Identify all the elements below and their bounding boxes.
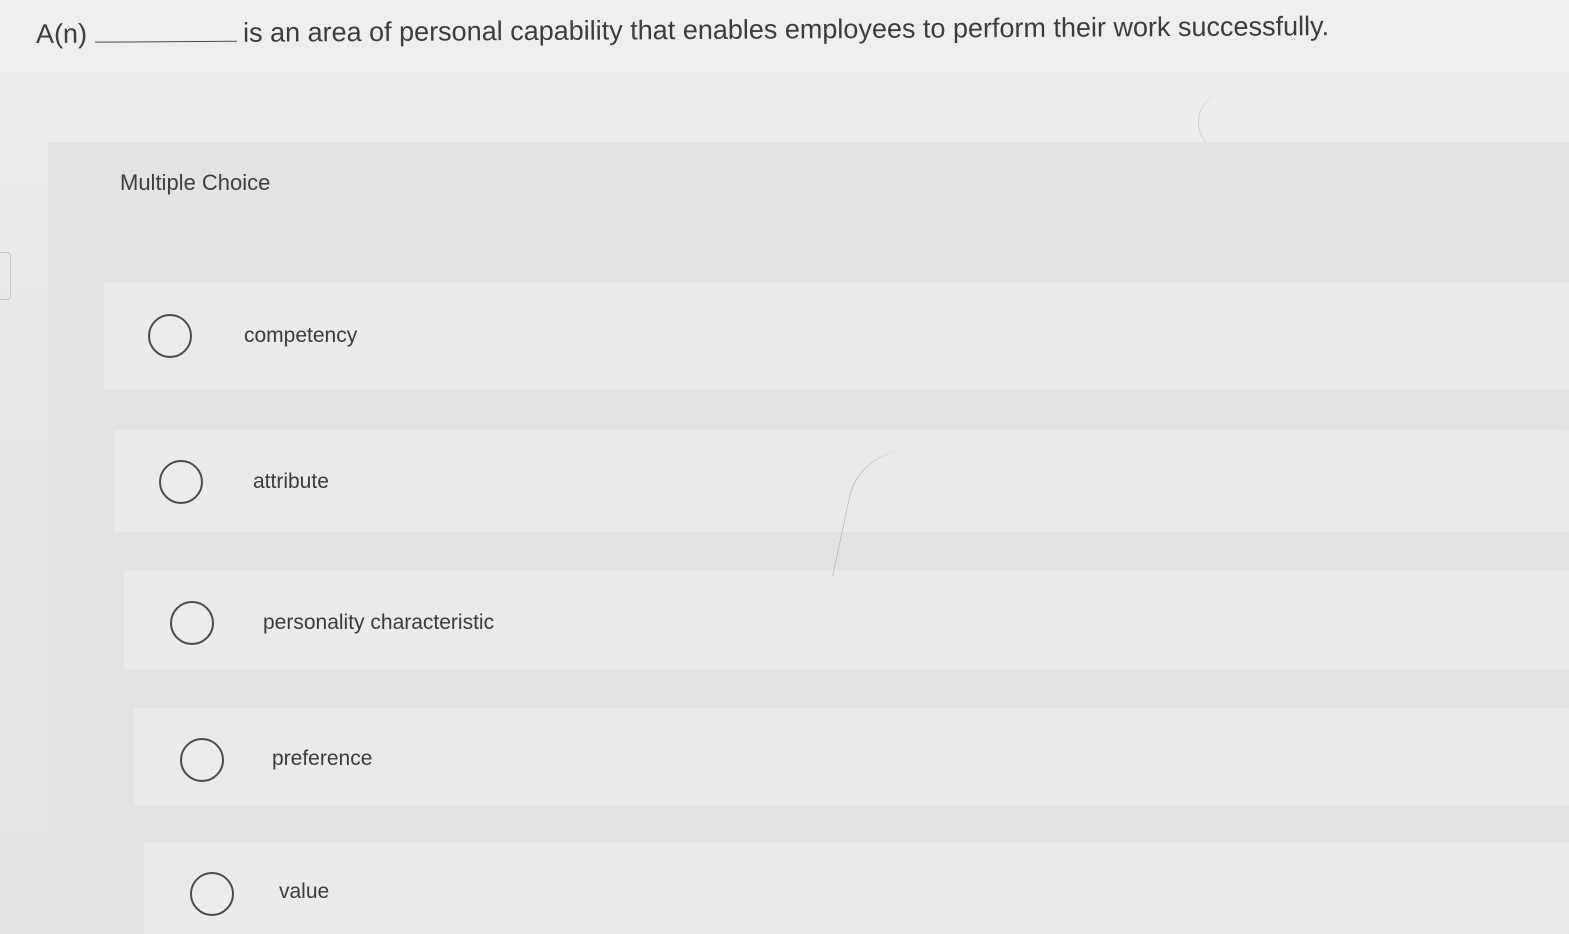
option-competency[interactable]: competency [104,282,1569,390]
option-attribute[interactable]: attribute [114,430,1569,532]
option-value[interactable]: value [144,842,1569,934]
option-label: personality characteristic [263,611,495,634]
option-label: attribute [253,470,329,493]
radio-button[interactable] [159,460,203,504]
question-text: A(n) is an area of personal capability th… [36,8,1329,52]
radio-button[interactable] [148,314,192,358]
question-suffix: is an area of personal capability that e… [242,11,1330,48]
radio-button[interactable] [170,601,214,645]
radio-button[interactable] [190,872,234,916]
screen: A(n) is an area of personal capability th… [0,0,1569,934]
option-personality-characteristic[interactable]: personality characteristic [124,570,1569,670]
option-label: preference [272,747,373,770]
panel-title: Multiple Choice [120,170,271,195]
option-label: competency [244,324,358,347]
option-preference[interactable]: preference [134,708,1569,806]
question-prefix: A(n) [35,18,88,49]
edge-tab [0,252,11,300]
radio-button[interactable] [180,738,224,782]
option-label: value [279,880,330,903]
answer-blank [95,39,238,43]
